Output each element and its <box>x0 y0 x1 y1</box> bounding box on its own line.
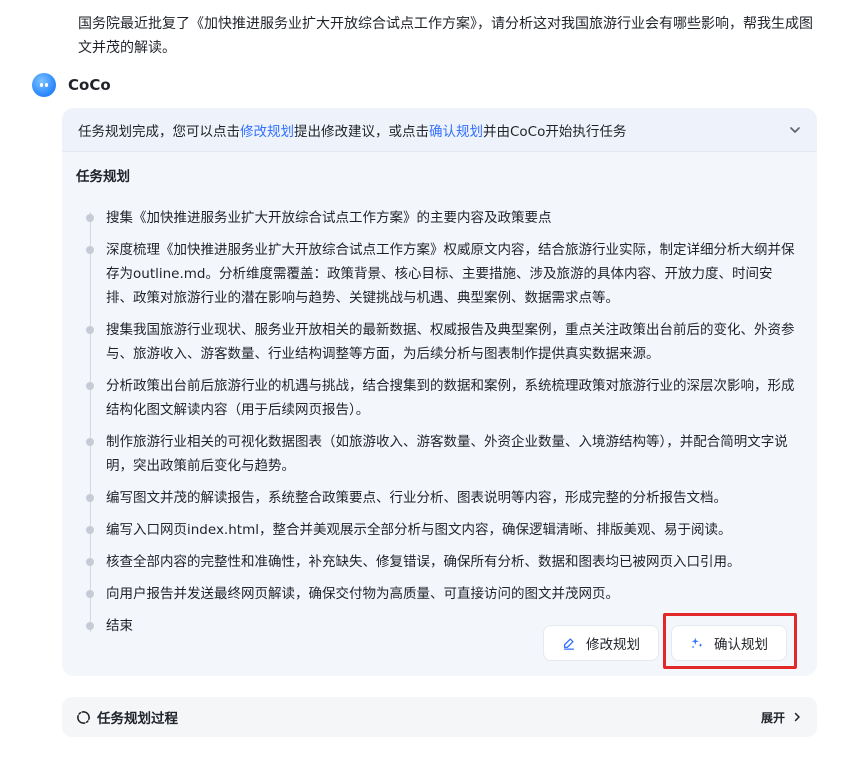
plan-step: 搜集我国旅游行业现状、服务业开放相关的最新数据、权威报告及典型案例，重点关注政策… <box>76 318 796 366</box>
user-message: 国务院最近批复了《加快推进服务业扩大开放综合试点工作方案》，请分析这对我国旅游行… <box>78 16 813 56</box>
step-text: 核查全部内容的完整性和准确性，补充缺失、修复错误，确保所有分析、数据和图表均已被… <box>106 554 741 570</box>
plan-notice[interactable]: 任务规划完成，您可以点击修改规划提出修改建议，或点击确认规划并由CoCo开始执行… <box>62 108 817 152</box>
step-text: 制作旅游行业相关的可视化数据图表（如旅游收入、游客数量、外资企业数量、入境游结构… <box>106 434 788 474</box>
step-dot-icon <box>86 558 94 566</box>
step-dot-icon <box>86 214 94 222</box>
plan-body: 任务规划 搜集《加快推进服务业扩大开放综合试点工作方案》的主要内容及政策要点 深… <box>62 152 817 638</box>
expand-label: 展开 <box>760 710 785 725</box>
plan-step: 深度梳理《加快推进服务业扩大开放综合试点工作方案》权威原文内容，结合旅游行业实际… <box>76 238 796 310</box>
modify-plan-link[interactable]: 修改规划 <box>240 124 294 140</box>
notice-suffix: 并由CoCo开始执行任务 <box>483 123 627 140</box>
loading-spinner-icon <box>77 710 90 724</box>
step-text: 向用户报告并发送最终网页解读，确保交付物为高质量、可直接访问的图文并茂网页。 <box>106 586 619 602</box>
step-text: 编写图文并茂的解读报告，系统整合政策要点、行业分析、图表说明等内容，形成完整的分… <box>106 490 727 506</box>
notice-middle: 提出修改建议，或点击 <box>294 123 429 140</box>
bot-name: CoCo <box>68 76 111 94</box>
plan-title: 任务规划 <box>76 169 130 185</box>
plan-step: 分析政策出台前后旅游行业的机遇与挑战，结合搜集到的数据和案例，系统梳理政策对旅游… <box>76 374 796 422</box>
step-dot-icon <box>86 526 94 534</box>
confirm-plan-label: 确认规划 <box>714 637 768 652</box>
edit-pen-icon <box>563 638 575 650</box>
confirm-plan-button[interactable]: 确认规划 <box>671 625 787 661</box>
step-dot-icon <box>86 622 94 630</box>
sparkle-icon <box>691 637 703 648</box>
plan-step: 向用户报告并发送最终网页解读，确保交付物为高质量、可直接访问的图文并茂网页。 <box>76 582 796 606</box>
plan-actions: 修改规划 确认规划 <box>543 625 787 661</box>
step-dot-icon <box>86 494 94 502</box>
chevron-right-icon <box>794 712 800 722</box>
plan-process-title: 任务规划过程 <box>76 707 178 727</box>
expand-button[interactable]: 展开 <box>761 709 803 726</box>
step-text: 编写入口网页index.html，整合并美观展示全部分析与图文内容，确保逻辑清晰… <box>106 522 732 538</box>
step-dot-icon <box>86 326 94 334</box>
chevron-down-icon[interactable] <box>787 122 803 138</box>
step-dot-icon <box>86 382 94 390</box>
step-dot-icon <box>86 246 94 254</box>
plan-notice-text: 任务规划完成，您可以点击修改规划提出修改建议，或点击确认规划并由CoCo开始执行… <box>78 120 626 140</box>
plan-process-bar[interactable]: 任务规划过程 展开 <box>62 697 817 737</box>
process-title-text: 任务规划过程 <box>97 711 178 727</box>
chat-page: 国务院最近批复了《加快推进服务业扩大开放综合试点工作方案》，请分析这对我国旅游行… <box>0 0 860 757</box>
modify-plan-label: 修改规划 <box>586 637 640 652</box>
step-text: 搜集《加快推进服务业扩大开放综合试点工作方案》的主要内容及政策要点 <box>106 210 552 226</box>
step-text: 搜集我国旅游行业现状、服务业开放相关的最新数据、权威报告及典型案例，重点关注政策… <box>106 322 795 362</box>
plan-step: 制作旅游行业相关的可视化数据图表（如旅游收入、游客数量、外资企业数量、入境游结构… <box>76 430 796 478</box>
plan-steps: 搜集《加快推进服务业扩大开放综合试点工作方案》的主要内容及政策要点 深度梳理《加… <box>76 206 801 638</box>
notice-prefix: 任务规划完成，您可以点击 <box>78 123 240 140</box>
bot-header: CoCo <box>32 73 111 97</box>
step-text: 深度梳理《加快推进服务业扩大开放综合试点工作方案》权威原文内容，结合旅游行业实际… <box>106 242 795 306</box>
avatar-eye-icon <box>40 83 43 87</box>
plan-step: 搜集《加快推进服务业扩大开放综合试点工作方案》的主要内容及政策要点 <box>76 206 796 230</box>
plan-step: 编写图文并茂的解读报告，系统整合政策要点、行业分析、图表说明等内容，形成完整的分… <box>76 486 796 510</box>
confirm-plan-link[interactable]: 确认规划 <box>429 124 483 140</box>
plan-step: 核查全部内容的完整性和准确性，补充缺失、修复错误，确保所有分析、数据和图表均已被… <box>76 550 796 574</box>
step-dot-icon <box>86 438 94 446</box>
bot-avatar <box>32 73 56 97</box>
modify-plan-button[interactable]: 修改规划 <box>543 625 659 661</box>
plan-card: 任务规划完成，您可以点击修改规划提出修改建议，或点击确认规划并由CoCo开始执行… <box>62 108 817 676</box>
step-text: 结束 <box>106 618 133 634</box>
plan-step: 编写入口网页index.html，整合并美观展示全部分析与图文内容，确保逻辑清晰… <box>76 518 796 542</box>
step-text: 分析政策出台前后旅游行业的机遇与挑战，结合搜集到的数据和案例，系统梳理政策对旅游… <box>106 378 795 418</box>
step-dot-icon <box>86 590 94 598</box>
avatar-eye-icon <box>45 83 48 87</box>
